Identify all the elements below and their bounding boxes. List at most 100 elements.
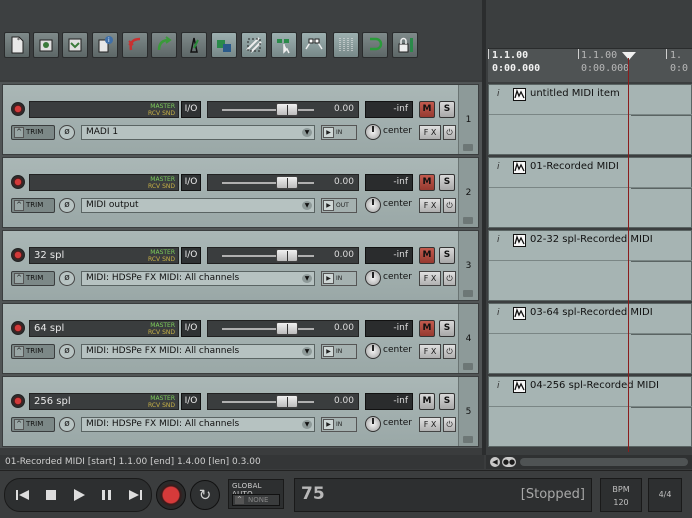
grid-button[interactable] — [333, 32, 359, 58]
io-button[interactable]: I/O — [181, 101, 201, 118]
record-arm-button[interactable] — [11, 394, 25, 408]
automation-mode-button[interactable]: ^ TRIM — [11, 125, 55, 140]
master-send-toggle[interactable]: MASTER RCV SND — [148, 103, 175, 117]
pan-knob[interactable] — [365, 416, 381, 432]
peak-meter[interactable]: -inf — [365, 393, 413, 410]
bpm-display[interactable]: BPM 120 — [600, 478, 642, 512]
scroll-left-icon[interactable]: ◀ — [490, 457, 500, 467]
phase-invert-button[interactable]: ø — [59, 125, 75, 140]
new-project-button[interactable]: * — [4, 32, 30, 58]
record-arm-button[interactable] — [11, 321, 25, 335]
folder-icon[interactable] — [463, 436, 473, 443]
peak-meter[interactable]: -inf — [365, 174, 413, 191]
redo-button[interactable] — [151, 32, 177, 58]
record-arm-button[interactable] — [11, 248, 25, 262]
fx-button[interactable]: F X — [419, 198, 441, 213]
automation-mode-button[interactable]: ^ TRIM — [11, 344, 55, 359]
master-send-toggle[interactable]: MASTER RCV SND — [148, 249, 175, 263]
volume-fader[interactable]: 0.00 — [207, 247, 359, 264]
fader-knob[interactable] — [276, 395, 298, 408]
envelope-points-button[interactable] — [301, 32, 327, 58]
phase-invert-button[interactable]: ø — [59, 271, 75, 286]
mute-button[interactable]: M — [419, 174, 435, 191]
fx-button[interactable]: F X — [419, 271, 441, 286]
fx-bypass-button[interactable]: ⏻ — [443, 417, 456, 432]
track-row[interactable]: 64 spl MASTER RCV SND I/O 0.00 -inf M S … — [2, 303, 479, 374]
track-row[interactable]: 32 spl MASTER RCV SND I/O 0.00 -inf M S … — [2, 230, 479, 301]
volume-fader[interactable]: 0.00 — [207, 174, 359, 191]
phase-invert-button[interactable]: ø — [59, 198, 75, 213]
phase-invert-button[interactable]: ø — [59, 344, 75, 359]
global-automation[interactable]: GLOBAL AUTO ^ NONE — [228, 479, 284, 509]
snap-button[interactable] — [362, 32, 388, 58]
solo-button[interactable]: S — [439, 174, 455, 191]
open-project-button[interactable] — [33, 32, 59, 58]
time-display[interactable]: 75 [Stopped] — [294, 478, 592, 512]
io-button[interactable]: I/O — [181, 393, 201, 410]
item-info-icon[interactable]: i — [497, 381, 500, 391]
pause-button[interactable] — [95, 484, 119, 506]
mute-button[interactable]: M — [419, 247, 435, 264]
solo-button[interactable]: S — [439, 247, 455, 264]
phase-invert-button[interactable]: ø — [59, 417, 75, 432]
volume-fader[interactable]: 0.00 — [207, 393, 359, 410]
stop-button[interactable] — [39, 484, 63, 506]
pan-knob[interactable] — [365, 124, 381, 140]
auto-crossfade-button[interactable] — [211, 32, 237, 58]
automation-mode-button[interactable]: ^ TRIM — [11, 417, 55, 432]
record-monitor-button[interactable]: ▶ IN — [321, 125, 357, 140]
mute-button[interactable]: M — [419, 101, 435, 118]
fader-knob[interactable] — [276, 249, 298, 262]
scrollbar-thumb[interactable] — [520, 458, 688, 466]
track-name-field[interactable]: 256 spl MASTER RCV SND — [29, 393, 179, 410]
mute-button[interactable]: M — [419, 320, 435, 337]
folder-icon[interactable] — [463, 363, 473, 370]
project-settings-button[interactable]: i — [92, 32, 118, 58]
timeline-ruler[interactable]: 1.1.00 0:00.000 1.1.00 0:00.000 1. 0:0 — [488, 48, 692, 82]
fader-knob[interactable] — [276, 322, 298, 335]
fx-bypass-button[interactable]: ⏻ — [443, 344, 456, 359]
record-arm-button[interactable] — [11, 175, 25, 189]
automation-mode-button[interactable]: ^ TRIM — [11, 198, 55, 213]
fx-button[interactable]: F X — [419, 417, 441, 432]
solo-button[interactable]: S — [439, 320, 455, 337]
go-to-start-button[interactable] — [11, 484, 35, 506]
automation-mode-button[interactable]: ^ NONE — [232, 494, 280, 506]
track-name-field[interactable]: 32 spl MASTER RCV SND — [29, 247, 179, 264]
midi-item[interactable]: i untitled MIDI item — [488, 84, 692, 155]
volume-fader[interactable]: 0.00 — [207, 101, 359, 118]
track-row[interactable]: MASTER RCV SND I/O 0.00 -inf M S ^ TRIM ø… — [2, 157, 479, 228]
fx-bypass-button[interactable]: ⏻ — [443, 198, 456, 213]
pan-knob[interactable] — [365, 197, 381, 213]
fader-knob[interactable] — [276, 176, 298, 189]
record-button[interactable] — [156, 480, 186, 510]
pan-knob[interactable] — [365, 270, 381, 286]
playhead-marker[interactable] — [622, 52, 636, 60]
master-send-toggle[interactable]: MASTER RCV SND — [148, 395, 175, 409]
master-send-toggle[interactable]: MASTER RCV SND — [148, 322, 175, 336]
go-to-end-button[interactable] — [123, 484, 147, 506]
folder-icon[interactable] — [463, 144, 473, 151]
mute-button[interactable]: M — [419, 393, 435, 410]
repeat-button[interactable]: ↻ — [190, 480, 220, 510]
io-button[interactable]: I/O — [181, 247, 201, 264]
pan-knob[interactable] — [365, 343, 381, 359]
record-monitor-button[interactable]: ▶ IN — [321, 271, 357, 286]
record-monitor-button[interactable]: ▶ IN — [321, 417, 357, 432]
folder-icon[interactable] — [463, 217, 473, 224]
metronome-button[interactable] — [181, 32, 207, 58]
play-button[interactable] — [67, 484, 91, 506]
input-select[interactable]: MIDI: HDSPe FX MIDI: All channels ▼ — [81, 344, 315, 359]
undo-button[interactable] — [122, 32, 148, 58]
record-arm-button[interactable] — [11, 102, 25, 116]
automation-mode-button[interactable]: ^ TRIM — [11, 271, 55, 286]
peak-meter[interactable]: -inf — [365, 247, 413, 264]
peak-meter[interactable]: -inf — [365, 101, 413, 118]
item-info-icon[interactable]: i — [497, 162, 500, 172]
input-select[interactable]: MADI 1 ▼ — [81, 125, 315, 140]
item-info-icon[interactable]: i — [497, 308, 500, 318]
item-info-icon[interactable]: i — [497, 235, 500, 245]
io-button[interactable]: I/O — [181, 320, 201, 337]
item-grouping-button[interactable] — [241, 32, 267, 58]
horizontal-scrollbar[interactable]: ◀ ●● — [486, 455, 692, 469]
